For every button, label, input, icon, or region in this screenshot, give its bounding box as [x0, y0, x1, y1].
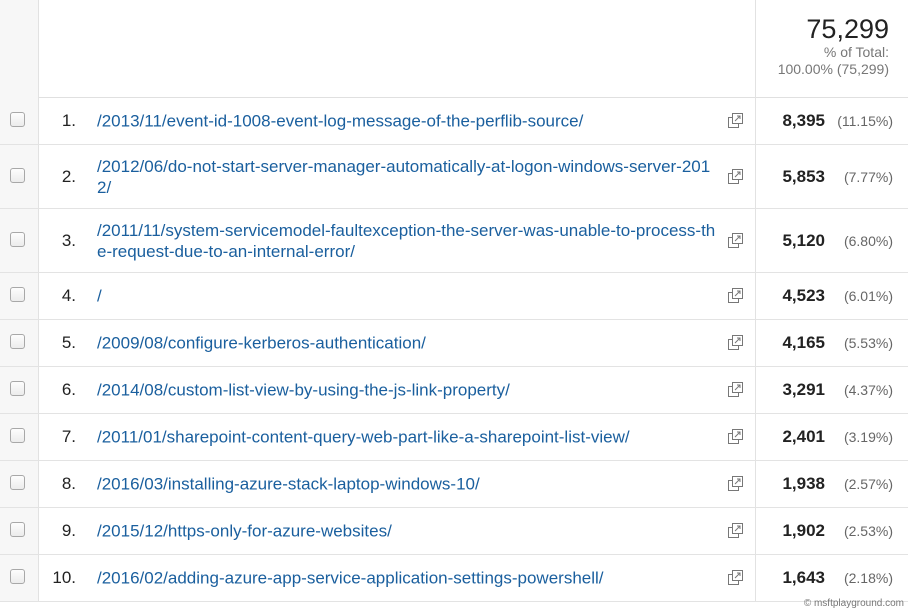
metric-cell: 5,120 (6.80%) [755, 209, 908, 272]
open-in-new-window-icon[interactable] [727, 232, 744, 249]
metric-percent: (7.77%) [843, 168, 893, 185]
page-link[interactable]: /2009/08/configure-kerberos-authenticati… [97, 333, 722, 354]
row-checkbox-cell [0, 414, 39, 460]
open-in-new-window-icon[interactable] [727, 428, 744, 445]
page-link[interactable]: /2016/02/adding-azure-app-service-applic… [97, 568, 722, 589]
row-checkbox[interactable] [10, 111, 25, 127]
metric-percent: (6.80%) [843, 232, 893, 249]
metric-value: 4,523 [782, 286, 825, 305]
table-body: 1. /2013/11/event-id-1008-event-log-mess… [0, 97, 908, 602]
table-row: 7. /2011/01/sharepoint-content-query-web… [0, 414, 908, 461]
total-value: 75,299 [806, 14, 889, 44]
metric-value: 1,938 [782, 474, 825, 493]
table-row: 4. / 4,523 (6.01%) [0, 273, 908, 320]
metric-summary: 75,299 % of Total: 100.00% (75,299) [755, 0, 908, 97]
metric-value: 3,291 [782, 380, 825, 399]
row-checkbox[interactable] [10, 475, 25, 490]
row-checkbox-cell [0, 367, 39, 413]
row-number: 5. [61, 333, 76, 352]
metric-value: 5,120 [782, 230, 825, 250]
open-in-new-window-icon[interactable] [727, 381, 744, 398]
open-in-new-window-icon[interactable] [727, 475, 744, 492]
row-checkbox-cell [0, 209, 39, 272]
row-number: 4. [61, 286, 76, 305]
row-checkbox[interactable] [10, 334, 25, 349]
table-row: 3. /2011/11/system-servicemodel-faultexc… [0, 209, 908, 273]
metric-cell: 1,938 (2.57%) [755, 461, 908, 507]
percent-of-total-label: % of Total: [823, 44, 889, 60]
metric-value: 4,165 [782, 333, 825, 352]
row-checkbox[interactable] [10, 231, 25, 247]
table-row: 10. /2016/02/adding-azure-app-service-ap… [0, 555, 908, 602]
open-in-new-window-icon[interactable] [727, 334, 744, 351]
row-number: 8. [61, 474, 76, 493]
table-row: 5. /2009/08/configure-kerberos-authentic… [0, 320, 908, 367]
metric-percent: (11.15%) [837, 112, 893, 129]
row-checkbox-cell [0, 320, 39, 366]
table-row: 9. /2015/12/https-only-for-azure-website… [0, 508, 908, 555]
open-in-new-window-icon[interactable] [727, 522, 744, 539]
open-in-new-window-icon[interactable] [727, 168, 744, 185]
watermark: © msftplayground.com [803, 598, 904, 609]
row-number: 7. [61, 427, 76, 446]
page-link[interactable]: /2014/08/custom-list-view-by-using-the-j… [97, 380, 722, 401]
row-checkbox[interactable] [10, 287, 25, 302]
percent-of-total-detail: 100.00% (75,299) [777, 61, 889, 77]
table-row: 1. /2013/11/event-id-1008-event-log-mess… [0, 97, 908, 145]
metric-percent: (4.37%) [843, 382, 893, 398]
metric-percent: (5.53%) [843, 335, 893, 351]
metric-value: 2,401 [782, 427, 825, 446]
row-checkbox[interactable] [10, 381, 25, 396]
page-link[interactable]: /2013/11/event-id-1008-event-log-message… [97, 110, 722, 131]
page-link[interactable]: /2012/06/do-not-start-server-manager-aut… [97, 156, 722, 198]
row-number: 6. [61, 380, 76, 399]
metric-percent: (6.01%) [843, 288, 893, 304]
table-header: 75,299 % of Total: 100.00% (75,299) [0, 0, 908, 98]
metric-value: 8,395 [782, 110, 825, 130]
metric-percent: (2.53%) [843, 523, 893, 539]
row-number: 10. [52, 568, 76, 587]
row-number: 1. [61, 110, 76, 130]
row-checkbox[interactable] [10, 428, 25, 443]
row-checkbox[interactable] [10, 167, 25, 183]
row-checkbox[interactable] [10, 569, 25, 584]
table-row: 2. /2012/06/do-not-start-server-manager-… [0, 145, 908, 209]
page-link[interactable]: / [97, 286, 722, 307]
metric-cell: 1,902 (2.53%) [755, 508, 908, 554]
page-link[interactable]: /2011/01/sharepoint-content-query-web-pa… [97, 427, 722, 448]
open-in-new-window-icon[interactable] [727, 569, 744, 586]
metric-cell: 3,291 (4.37%) [755, 367, 908, 413]
row-checkbox-cell [0, 555, 39, 601]
metric-value: 5,853 [782, 166, 825, 186]
metric-cell: 5,853 (7.77%) [755, 145, 908, 208]
row-checkbox-cell [0, 461, 39, 507]
open-in-new-window-icon[interactable] [727, 112, 744, 129]
row-number: 9. [61, 521, 76, 540]
metric-cell: 8,395 (11.15%) [755, 97, 908, 144]
row-checkbox-cell [0, 508, 39, 554]
open-in-new-window-icon[interactable] [727, 287, 744, 304]
metric-cell: 1,643 (2.18%) [755, 555, 908, 601]
metric-value: 1,902 [782, 521, 825, 540]
row-number: 3. [61, 230, 76, 250]
row-checkbox-cell [0, 145, 39, 208]
metric-value: 1,643 [782, 568, 825, 587]
metric-cell: 2,401 (3.19%) [755, 414, 908, 460]
page-link[interactable]: /2016/03/installing-azure-stack-laptop-w… [97, 474, 722, 495]
checkbox-column-header [0, 0, 39, 97]
page-link[interactable]: /2015/12/https-only-for-azure-websites/ [97, 521, 722, 542]
row-checkbox-cell [0, 273, 39, 319]
page-link[interactable]: /2011/11/system-servicemodel-faultexcept… [97, 220, 722, 262]
row-checkbox[interactable] [10, 522, 25, 537]
row-checkbox-cell [0, 97, 39, 144]
metric-cell: 4,523 (6.01%) [755, 273, 908, 319]
metric-cell: 4,165 (5.53%) [755, 320, 908, 366]
metric-percent: (2.18%) [843, 570, 893, 586]
table-row: 8. /2016/03/installing-azure-stack-lapto… [0, 461, 908, 508]
metric-percent: (3.19%) [843, 429, 893, 445]
row-number: 2. [61, 166, 76, 186]
table-row: 6. /2014/08/custom-list-view-by-using-th… [0, 367, 908, 414]
metric-percent: (2.57%) [843, 476, 893, 492]
